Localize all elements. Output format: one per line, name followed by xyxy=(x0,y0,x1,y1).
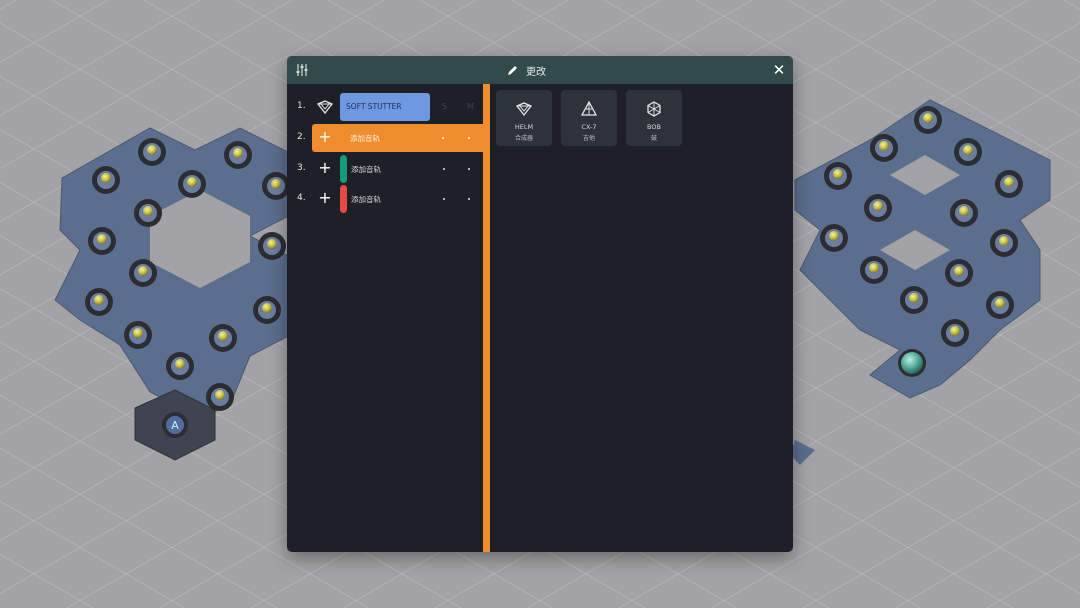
instrument-name: CX-7 xyxy=(581,123,597,131)
solo-button[interactable]: S xyxy=(442,102,447,111)
helm-icon xyxy=(515,102,533,117)
start-marker: A xyxy=(162,412,188,438)
track-instrument-button[interactable]: SOFT STUTTER xyxy=(340,93,430,121)
dialog-title: 更改 xyxy=(526,67,546,78)
dot-indicator xyxy=(442,137,444,139)
track-label: SOFT STUTTER xyxy=(346,102,402,111)
instrument-card-helm[interactable]: HELM 合成器 xyxy=(496,90,552,146)
edge-tile xyxy=(790,440,815,465)
add-icon: + xyxy=(318,188,332,207)
dot-indicator xyxy=(468,137,470,139)
instrument-picker: HELM 合成器 CX-7 吉他 BOB 鼓 xyxy=(490,84,793,552)
dialog-titlebar: 更改 ✕ xyxy=(287,56,793,84)
instrument-card-bob[interactable]: BOB 鼓 xyxy=(626,90,682,146)
track-edit-dialog: 更改 ✕ 1. SOFT STUTTER S M 2. + 添加音轨 3. + … xyxy=(287,56,793,552)
track-row-4[interactable]: 4. + 添加音轨 xyxy=(287,185,483,213)
mute-button[interactable]: M xyxy=(467,102,474,111)
track-color-bar xyxy=(340,185,347,213)
instrument-type: 鼓 xyxy=(650,135,657,142)
pencil-icon xyxy=(508,66,517,75)
dot-indicator xyxy=(443,168,445,170)
track-number: 4. xyxy=(297,193,306,203)
add-icon: + xyxy=(318,158,332,177)
instrument-type: 吉他 xyxy=(582,135,595,142)
track-color-bar xyxy=(340,155,347,183)
helm-icon xyxy=(316,100,334,115)
track-number: 2. xyxy=(297,132,306,142)
track-row-1: 1. SOFT STUTTER S M xyxy=(287,93,483,121)
dot-indicator xyxy=(468,168,470,170)
add-track-label: 添加音轨 xyxy=(350,134,380,143)
panel-divider xyxy=(483,84,490,552)
track-number: 3. xyxy=(297,163,306,173)
mixer-icon[interactable] xyxy=(295,63,309,77)
track-row-2[interactable]: + 添加音轨 xyxy=(312,124,484,152)
add-track-label: 添加音轨 xyxy=(351,195,381,204)
dot-indicator xyxy=(468,198,470,200)
add-icon: + xyxy=(318,127,332,146)
instrument-name: HELM xyxy=(514,123,534,131)
track-list: 1. SOFT STUTTER S M 2. + 添加音轨 3. + 添加音轨 … xyxy=(287,84,484,552)
cx7-icon xyxy=(580,100,598,116)
close-button[interactable]: ✕ xyxy=(771,62,787,78)
svg-text:A: A xyxy=(171,419,179,432)
bob-icon xyxy=(647,101,661,117)
dot-indicator xyxy=(443,198,445,200)
instrument-name: BOB xyxy=(647,123,661,131)
instrument-card-cx7[interactable]: CX-7 吉他 xyxy=(561,90,617,146)
game-scene: A 更改 ✕ 1. SOFT STUTTER S M 2. + 添加音轨 3. … xyxy=(0,0,1080,608)
instrument-type: 合成器 xyxy=(514,135,533,142)
track-number: 1. xyxy=(297,101,306,111)
add-track-label: 添加音轨 xyxy=(351,165,381,174)
track-row-3[interactable]: 3. + 添加音轨 xyxy=(287,155,483,183)
